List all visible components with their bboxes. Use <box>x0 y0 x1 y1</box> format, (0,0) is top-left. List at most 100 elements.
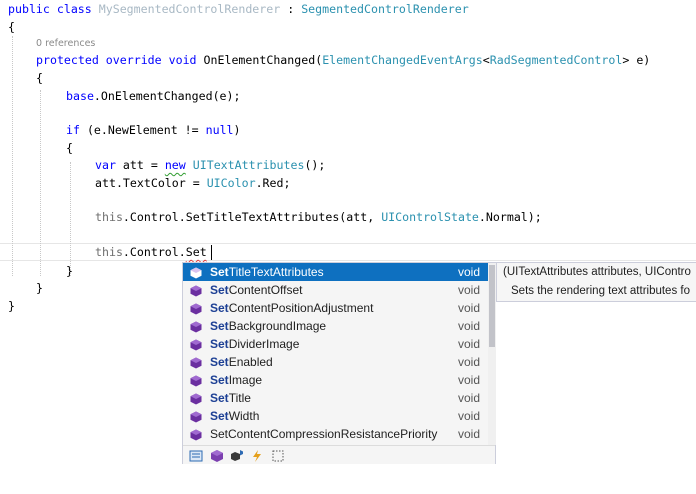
code-line-4: { <box>36 71 43 85</box>
references-codelens[interactable]: 0 references <box>36 38 95 49</box>
code-text: att.TextColor = <box>95 176 207 190</box>
code-line-6: if (e.NewElement != null) <box>66 121 241 139</box>
method-icon <box>190 338 202 351</box>
separator: : <box>280 2 302 16</box>
code-line-5: base.OnElementChanged(e); <box>66 87 241 105</box>
class-filter-icon[interactable] <box>189 449 203 463</box>
indent-guide <box>40 90 41 276</box>
indent-guide <box>70 162 71 276</box>
method-name: OnElementChanged( <box>203 53 323 67</box>
code-line-9: att.TextColor = UIColor.Red; <box>95 174 290 192</box>
code-text: .Normal); <box>478 210 542 224</box>
completion-item[interactable]: SetBackgroundImage void <box>183 317 488 335</box>
code-text: .OnElementChanged(e); <box>93 89 241 103</box>
code-line-7: { <box>66 141 73 155</box>
intellisense-completion-list[interactable]: SetTitleTextAttributes void SetContentOffs… <box>182 262 496 464</box>
keyword: public class <box>8 2 99 16</box>
keyword: var <box>95 158 116 172</box>
completion-item-return-type: void <box>457 355 480 369</box>
completion-item-label: SetWidth <box>210 409 260 423</box>
code-line-8: var att = new UITextAttributes(); <box>95 156 325 174</box>
method-filter-icon[interactable] <box>210 449 224 463</box>
completion-item-return-type: void <box>457 319 480 333</box>
completion-item-return-type: void <box>457 265 480 279</box>
code-line-11[interactable]: this.Control.Set <box>95 243 207 261</box>
completion-item-return-type: void <box>457 301 480 315</box>
keyword: new <box>164 158 186 172</box>
completion-item-return-type: void <box>457 391 480 405</box>
completion-filter-bar <box>183 445 495 464</box>
type-name: UITextAttributes <box>192 158 305 172</box>
method-icon <box>190 284 202 297</box>
keyword: this <box>95 210 123 224</box>
completion-items[interactable]: SetTitleTextAttributes void SetContentOffs… <box>183 263 488 461</box>
snippet-filter-icon[interactable] <box>271 449 285 463</box>
completion-item-return-type: void <box>457 427 480 441</box>
method-icon <box>190 320 202 333</box>
method-icon <box>190 428 202 441</box>
type-name: UIColor <box>206 176 256 190</box>
method-icon <box>190 266 202 279</box>
tooltip-summary: Sets the rendering text attributes fo <box>511 285 690 297</box>
class-name: MySegmentedControlRenderer <box>98 2 281 16</box>
code-line-3: protected override void OnElementChanged… <box>36 51 650 69</box>
method-icon <box>190 374 202 387</box>
completion-item[interactable]: SetDividerImage void <box>183 335 488 353</box>
keyword: if <box>66 123 80 137</box>
completion-item-label: SetTitle <box>210 391 251 405</box>
method-icon <box>190 302 202 315</box>
code-line-14: } <box>8 299 15 313</box>
completion-item-label: SetImage <box>210 373 263 387</box>
completion-scrollbar[interactable] <box>488 263 496 445</box>
completion-item-return-type: void <box>457 283 480 297</box>
code-line-12: } <box>66 264 73 278</box>
code-line-13: } <box>36 281 43 295</box>
arg-type: ElementChangedEventArgs <box>322 53 483 67</box>
generic-type: RadSegmentedControl <box>489 53 623 67</box>
code-line-1: public class MySegmentedControlRenderer … <box>8 0 469 18</box>
completion-item-label: SetEnabled <box>210 355 273 369</box>
code-text: ) <box>233 123 241 137</box>
quick-info-tooltip: (UITextAttributes attributes, UIContro S… <box>496 262 696 302</box>
tooltip-signature: (UITextAttributes attributes, UIContro <box>503 266 691 278</box>
completion-item[interactable]: SetContentCompressionResistancePriority v… <box>183 425 488 443</box>
method-icon <box>190 356 202 369</box>
keyword: protected override void <box>36 53 204 67</box>
completion-item-label: SetBackgroundImage <box>210 319 327 333</box>
completion-item[interactable]: SetContentOffset void <box>183 281 488 299</box>
code-text: .Control. <box>122 245 186 259</box>
code-line-10: this.Control.SetTitleTextAttributes(att,… <box>95 208 542 226</box>
code-line-2: { <box>8 20 15 34</box>
completion-item-label: SetContentCompressionResistancePriority <box>210 427 438 441</box>
completion-item[interactable]: SetEnabled void <box>183 353 488 371</box>
completion-item-return-type: void <box>457 337 480 351</box>
completion-item-label: SetContentOffset <box>210 283 303 297</box>
code-text: (e.NewElement != <box>79 123 206 137</box>
method-icon <box>190 410 202 423</box>
completion-item-label: SetDividerImage <box>210 337 300 351</box>
indent-guide <box>12 36 13 276</box>
event-filter-icon[interactable] <box>250 449 264 463</box>
scrollbar-thumb[interactable] <box>489 265 495 347</box>
completion-item[interactable]: SetWidth void <box>183 407 488 425</box>
base-class: SegmentedControlRenderer <box>301 2 469 16</box>
extension-method-filter-icon[interactable] <box>230 449 244 463</box>
type-name: UIControlState <box>381 210 479 224</box>
method-icon <box>190 392 202 405</box>
code-text: .Control.SetTitleTextAttributes(att, <box>122 210 382 224</box>
completion-item-return-type: void <box>457 409 480 423</box>
completion-item-label: SetContentPositionAdjustment <box>210 301 374 315</box>
completion-item-return-type: void <box>457 373 480 387</box>
angle-bracket: < <box>482 53 490 67</box>
typed-text: Set <box>185 245 207 259</box>
completion-item[interactable]: SetTitle void <box>183 389 488 407</box>
completion-item[interactable]: SetImage void <box>183 371 488 389</box>
code-text: att = <box>115 158 165 172</box>
completion-item[interactable]: SetContentPositionAdjustment void <box>183 299 488 317</box>
keyword: base <box>66 89 94 103</box>
code-text: (); <box>304 158 326 172</box>
param: > e) <box>622 53 651 67</box>
completion-item[interactable]: SetTitleTextAttributes void <box>183 263 488 281</box>
completion-item-label: SetTitleTextAttributes <box>210 265 324 279</box>
